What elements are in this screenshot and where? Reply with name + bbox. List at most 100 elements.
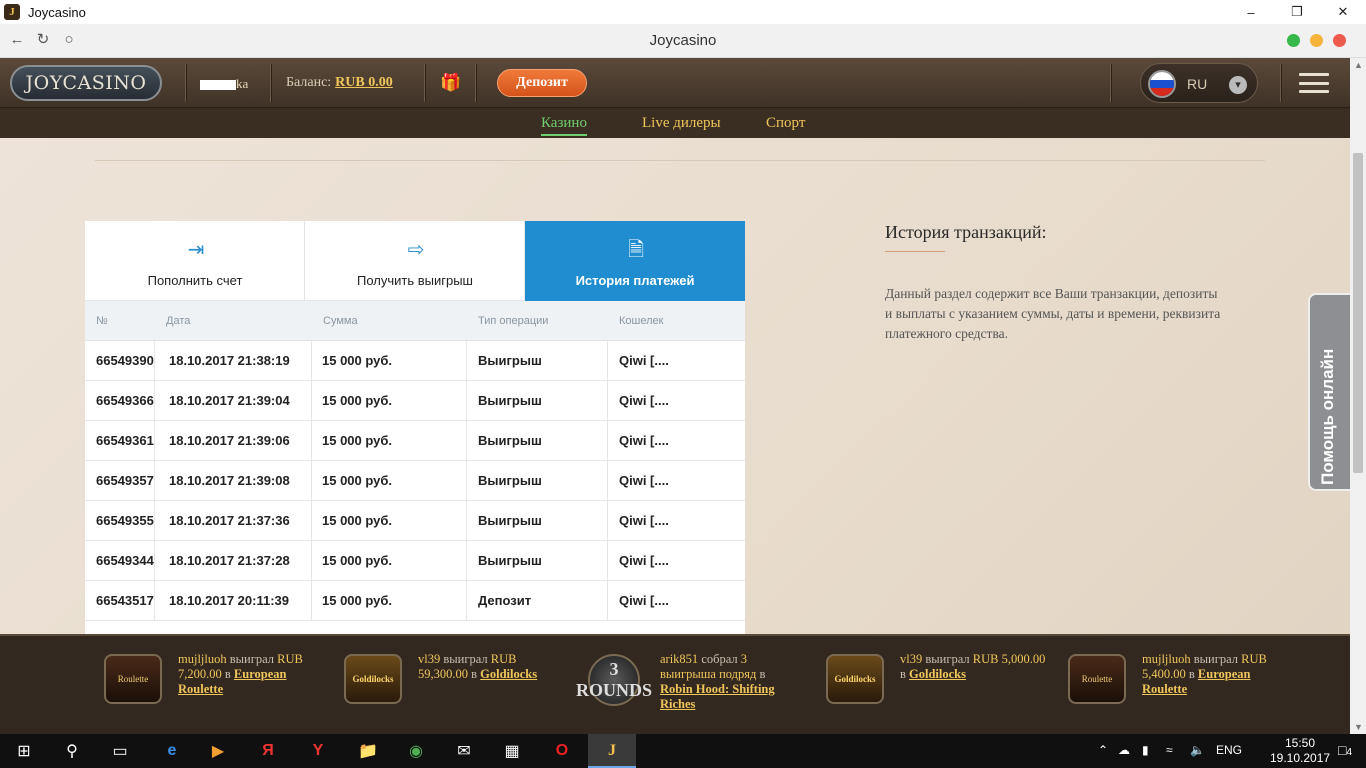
cell-type: Выигрыш <box>467 381 608 420</box>
column-header-number: № <box>96 315 108 327</box>
maximize-icon[interactable]: ❐ <box>1274 0 1320 24</box>
minimize-icon[interactable]: – <box>1228 0 1274 24</box>
windows-taskbar: ⊞ ⚲ ▭ e ▶ Я Y 📁 ◉ ✉ ▦ O J ⌃ ☁ ▮ ≈ 🔈 ENG … <box>0 734 1366 768</box>
cloud-icon[interactable]: ☁ <box>1118 743 1130 757</box>
hamburger-menu-icon[interactable] <box>1299 73 1329 93</box>
nav-item-live-dealers[interactable]: Live дилеры <box>642 115 721 132</box>
cell-amount: 15 000 руб. <box>312 541 467 580</box>
input-language[interactable]: ENG <box>1216 743 1242 757</box>
game-thumbnail[interactable]: Roulette <box>1068 654 1126 704</box>
table-row: 66543517 18.10.2017 20:11:39 15 000 руб.… <box>85 581 745 621</box>
cell-date: 18.10.2017 21:39:08 <box>155 461 312 500</box>
green-dot-icon[interactable] <box>1287 34 1300 47</box>
tab-payment-history[interactable]: 🗎 История платежей <box>525 221 745 301</box>
cell-number: 66549344 <box>85 541 155 580</box>
scroll-up-icon[interactable]: ▲ <box>1354 60 1363 70</box>
winner-user: mujljluoh <box>178 652 227 666</box>
winner-preposition: в <box>224 667 231 681</box>
chevron-down-icon[interactable]: ▾ <box>1229 76 1247 94</box>
nav-item-sport[interactable]: Спорт <box>766 115 805 132</box>
winner-text: vl39 выиграл RUB 59,300.00 в Goldilocks <box>418 652 568 682</box>
transactions-title: История транзакций: <box>885 222 1047 242</box>
table-row: 66549355 18.10.2017 21:37:36 15 000 руб.… <box>85 501 745 541</box>
cell-number: 66543517 <box>85 581 155 620</box>
section-nav: Казино Live дилеры Спорт <box>0 108 1350 138</box>
winner-game-link[interactable]: Goldilocks <box>909 667 966 681</box>
transactions-description: Данный раздел содержит все Ваши транзакц… <box>885 286 1221 341</box>
winner-game-link[interactable]: Goldilocks <box>480 667 537 681</box>
opera-icon[interactable]: O <box>550 739 574 763</box>
windows-start-icon[interactable]: ⊞ <box>12 739 36 763</box>
cell-amount: 15 000 руб. <box>312 501 467 540</box>
deposit-button[interactable]: Депозит <box>497 69 587 97</box>
main-content: ⇥ Пополнить счет ⇨ Получить выигрыш 🗎 Ис… <box>0 138 1350 634</box>
chrome-icon[interactable]: ◉ <box>404 739 428 763</box>
game-thumbnail[interactable]: Goldilocks <box>344 654 402 704</box>
balance-label: Баланс: <box>286 75 332 90</box>
yandex-icon[interactable]: Я <box>256 739 280 763</box>
language-selector[interactable]: RU ▾ <box>1140 63 1258 103</box>
table-row: 66549344 18.10.2017 21:37:28 15 000 руб.… <box>85 541 745 581</box>
close-icon[interactable]: ✕ <box>1320 0 1366 24</box>
file-explorer-icon[interactable]: 📁 <box>356 739 380 763</box>
payments-card: ⇥ Пополнить счет ⇨ Получить выигрыш 🗎 Ис… <box>85 221 745 634</box>
volume-icon[interactable]: 🔈 <box>1190 743 1205 757</box>
edge-browser-icon[interactable]: e <box>160 739 184 763</box>
joycasino-app-icon[interactable]: J <box>600 739 624 763</box>
header-divider <box>1110 64 1112 102</box>
cell-wallet: Qiwi [.... <box>619 513 669 528</box>
language-label: RU <box>1187 76 1208 92</box>
cell-date: 18.10.2017 21:39:04 <box>155 381 312 420</box>
yellow-dot-icon[interactable] <box>1310 34 1323 47</box>
winner-verb: собрал <box>701 652 738 666</box>
store-icon[interactable]: ▦ <box>500 739 524 763</box>
winner-text: vl39 выиграл RUB 5,000.00 в Goldilocks <box>900 652 1050 682</box>
cell-number: 66549390 <box>85 341 155 380</box>
cell-type: Выигрыш <box>467 541 608 580</box>
winner-user: vl39 <box>900 652 923 666</box>
notification-center-icon[interactable]: □4 <box>1338 742 1352 758</box>
cell-date: 18.10.2017 21:37:36 <box>155 501 312 540</box>
divider <box>95 160 1265 161</box>
browser-bar: ← ↻ ○ Joycasino <box>0 24 1366 58</box>
cell-wallet: Qiwi [.... <box>619 473 669 488</box>
mail-icon[interactable]: ✉ <box>452 739 476 763</box>
cell-date: 18.10.2017 21:39:06 <box>155 421 312 460</box>
username[interactable]: ka <box>200 76 248 92</box>
page-scrollbar[interactable]: ▲ ▼ <box>1350 58 1366 734</box>
cell-date: 18.10.2017 20:11:39 <box>155 581 312 620</box>
gift-icon[interactable]: 🎁 <box>440 73 461 93</box>
online-help-label: Помощь онлайн <box>1318 348 1337 485</box>
joycasino-logo[interactable]: JOYCASINO <box>10 65 162 101</box>
cell-number: 66549355 <box>85 501 155 540</box>
clock[interactable]: 15:50 19.10.2017 <box>1270 736 1330 766</box>
red-dot-icon[interactable] <box>1333 34 1346 47</box>
column-header-type: Тип операции <box>478 315 549 327</box>
cell-date: 18.10.2017 21:38:19 <box>155 341 312 380</box>
game-thumbnail[interactable]: Roulette <box>104 654 162 704</box>
nav-item-casino[interactable]: Казино <box>541 115 587 136</box>
media-player-icon[interactable]: ▶ <box>206 739 230 763</box>
yandex-browser-icon[interactable]: Y <box>306 739 330 763</box>
task-view-icon[interactable]: ▭ <box>108 739 132 763</box>
winner-text: arik851 собрал 3 выигрыша подряд в Robin… <box>660 652 790 712</box>
tray-expand-icon[interactable]: ⌃ <box>1098 743 1108 757</box>
battery-icon[interactable]: ▮ <box>1142 743 1149 757</box>
cell-amount: 15 000 руб. <box>312 581 467 620</box>
cell-number: 66549361 <box>85 421 155 460</box>
game-thumbnail[interactable]: 3 ROUNDS <box>576 654 652 706</box>
cell-amount: 15 000 руб. <box>312 461 467 500</box>
wifi-icon[interactable]: ≈ <box>1166 743 1173 757</box>
header-divider <box>185 64 187 102</box>
online-help-tab[interactable]: Помощь онлайн <box>1308 293 1350 491</box>
balance-value[interactable]: RUB 0.00 <box>335 75 393 90</box>
tab-withdraw[interactable]: ⇨ Получить выигрыш <box>305 221 525 301</box>
winner-preposition: в <box>1188 667 1195 681</box>
scroll-thumb[interactable] <box>1353 153 1363 473</box>
search-icon[interactable]: ⚲ <box>60 739 84 763</box>
tab-deposit[interactable]: ⇥ Пополнить счет <box>85 221 305 301</box>
scroll-down-icon[interactable]: ▼ <box>1354 722 1363 732</box>
clock-date: 19.10.2017 <box>1270 751 1331 765</box>
game-thumbnail[interactable]: Goldilocks <box>826 654 884 704</box>
winner-game-link[interactable]: Robin Hood: Shifting Riches <box>660 682 775 711</box>
